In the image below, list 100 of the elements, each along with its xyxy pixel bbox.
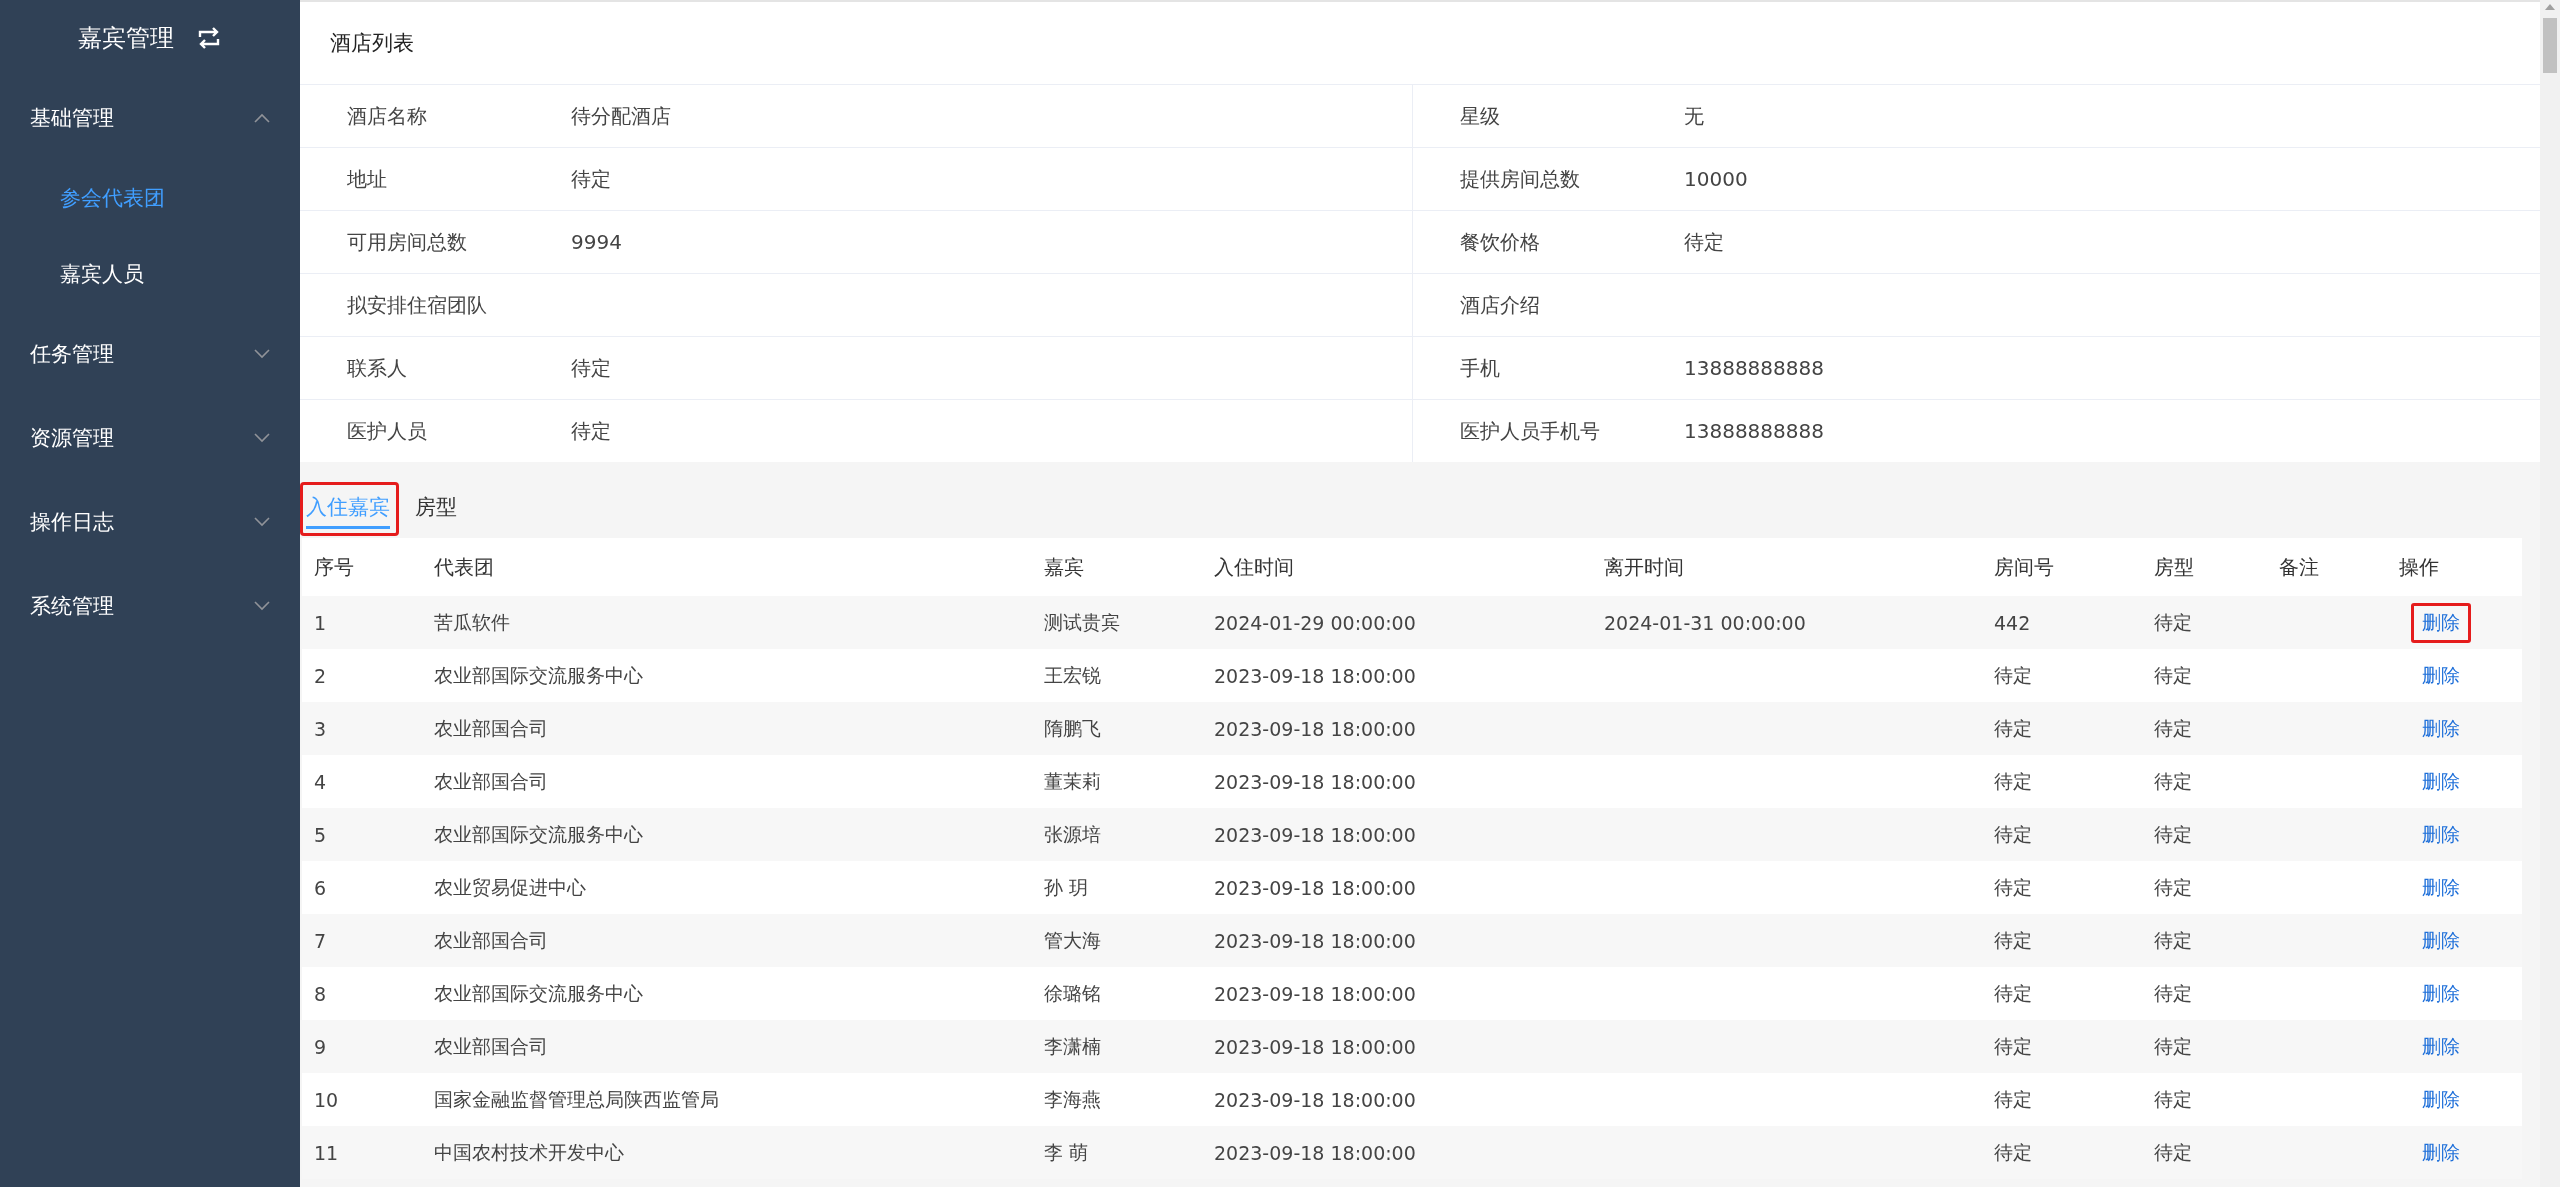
field-label: 手机 [1460,354,1501,382]
table-cell: 待定 [2154,769,2192,792]
menu-group[interactable]: 操作日志 [0,480,300,564]
menu-group[interactable]: 资源管理 [0,396,300,480]
field-value: 9994 [571,230,622,254]
table-cell: 待定 [2154,1034,2192,1057]
table-cell: 2 [314,664,327,687]
field-label: 星级 [1460,102,1501,130]
field-value: 13888888888 [1684,419,1824,443]
menu-group[interactable]: 系统管理 [0,564,300,648]
table-cell: 2023-09-18 18:00:00 [1214,1035,1416,1058]
delete-link[interactable]: 删除 [2411,655,2471,696]
field-label: 地址 [347,165,388,193]
chevron-icon [254,113,270,123]
column-header: 序号 [314,554,354,579]
table-cell: 2024-01-29 00:00:00 [1214,611,1416,634]
table-cell: 董茉莉 [1044,769,1101,792]
table-cell: 农业部国际交流服务中心 [434,822,643,845]
table-cell: 待定 [2154,875,2192,898]
field-value: 待定 [571,417,611,445]
table-cell: 徐璐铭 [1044,981,1101,1004]
table-cell: 张源培 [1044,822,1101,845]
column-header: 嘉宾 [1044,554,1084,579]
field-value: 待分配酒店 [571,102,671,130]
table-cell: 待定 [1994,981,2032,1004]
table-cell: 待定 [1994,663,2032,686]
delete-link[interactable]: 删除 [2411,973,2471,1014]
table-cell: 2023-09-18 18:00:00 [1214,876,1416,899]
delete-link[interactable]: 删除 [2411,920,2471,961]
table-cell: 待定 [1994,716,2032,739]
menu-item[interactable]: 参会代表团 [0,160,300,236]
delete-link[interactable]: 删除 [2411,761,2471,802]
field-value: 待定 [1684,228,1724,256]
table-cell: 10 [314,1088,339,1111]
table-cell: 2023-09-18 18:00:00 [1214,1088,1416,1111]
delete-link[interactable]: 删除 [2411,602,2471,643]
table-cell: 2023-09-18 18:00:00 [1214,982,1416,1005]
table-cell: 1 [314,611,327,634]
table-cell: 2023-09-18 18:00:00 [1214,664,1416,687]
chevron-icon [254,601,270,611]
table-cell: 管大海 [1044,928,1101,951]
table-cell: 待定 [2154,610,2192,633]
table-cell: 待定 [2154,1140,2192,1163]
table-cell: 2023-09-18 18:00:00 [1214,929,1416,952]
delete-link[interactable]: 删除 [2411,1026,2471,1067]
table-cell: 农业部国合司 [434,928,548,951]
table-cell: 待定 [1994,928,2032,951]
table-cell: 中国农村技术开发中心 [434,1140,624,1163]
table-cell: 待定 [1994,875,2032,898]
field-value: 10000 [1684,167,1748,191]
table-cell: 国家金融监督管理总局陕西监管局 [434,1087,719,1110]
field-label: 提供房间总数 [1460,165,1581,193]
table-cell: 4 [314,770,327,793]
table-cell: 2024-01-31 00:00:00 [1604,611,1806,634]
column-header: 房型 [2154,554,2194,579]
swap-icon[interactable] [196,27,222,49]
table-cell: 待定 [1994,1140,2032,1163]
column-header: 入住时间 [1214,554,1294,579]
column-header: 操作 [2399,554,2439,579]
delete-link[interactable]: 删除 [2411,1132,2471,1173]
scrollbar-thumb[interactable] [2543,18,2557,73]
field-label: 联系人 [347,354,408,382]
field-label: 医护人员手机号 [1460,417,1601,445]
field-label: 餐饮价格 [1460,228,1541,256]
chevron-icon [254,517,270,527]
column-header: 房间号 [1994,554,2054,579]
delete-link[interactable]: 删除 [2411,1079,2471,1120]
table-cell: 2023-09-18 18:00:00 [1214,717,1416,740]
scrollbar[interactable] [2540,0,2560,1187]
table-cell: 9 [314,1035,327,1058]
table-cell: 待定 [2154,716,2192,739]
column-header: 离开时间 [1604,554,1684,579]
chevron-icon [254,433,270,443]
table-cell: 农业部国际交流服务中心 [434,663,643,686]
table-cell: 李 萌 [1044,1140,1089,1163]
table-cell: 王宏锐 [1044,663,1101,686]
delete-link[interactable]: 删除 [2411,867,2471,908]
table-cell: 待定 [2154,928,2192,951]
delete-link[interactable]: 删除 [2411,814,2471,855]
table-cell: 农业部国合司 [434,1034,548,1057]
field-label: 可用房间总数 [347,228,468,256]
field-value: 待定 [571,354,611,382]
field-label: 医护人员 [347,417,428,445]
column-header: 备注 [2279,554,2319,579]
table-cell: 6 [314,876,327,899]
panel-title: 酒店列表 [329,30,415,57]
field-label: 酒店名称 [347,102,428,130]
tab[interactable]: 房型 [409,482,466,536]
table-cell: 5 [314,823,327,846]
field-label: 拟安排住宿团队 [347,291,488,319]
menu-item[interactable]: 嘉宾人员 [0,236,300,312]
table-cell: 待定 [2154,981,2192,1004]
column-header: 代表团 [434,554,494,579]
table-cell: 农业部国际交流服务中心 [434,981,643,1004]
menu-group[interactable]: 任务管理 [0,312,300,396]
table-cell: 2023-09-18 18:00:00 [1214,1141,1416,1164]
table-cell: 李海燕 [1044,1087,1101,1110]
menu-group[interactable]: 基础管理 [0,76,300,160]
table-cell: 隋鹏飞 [1044,716,1101,739]
delete-link[interactable]: 删除 [2411,708,2471,749]
